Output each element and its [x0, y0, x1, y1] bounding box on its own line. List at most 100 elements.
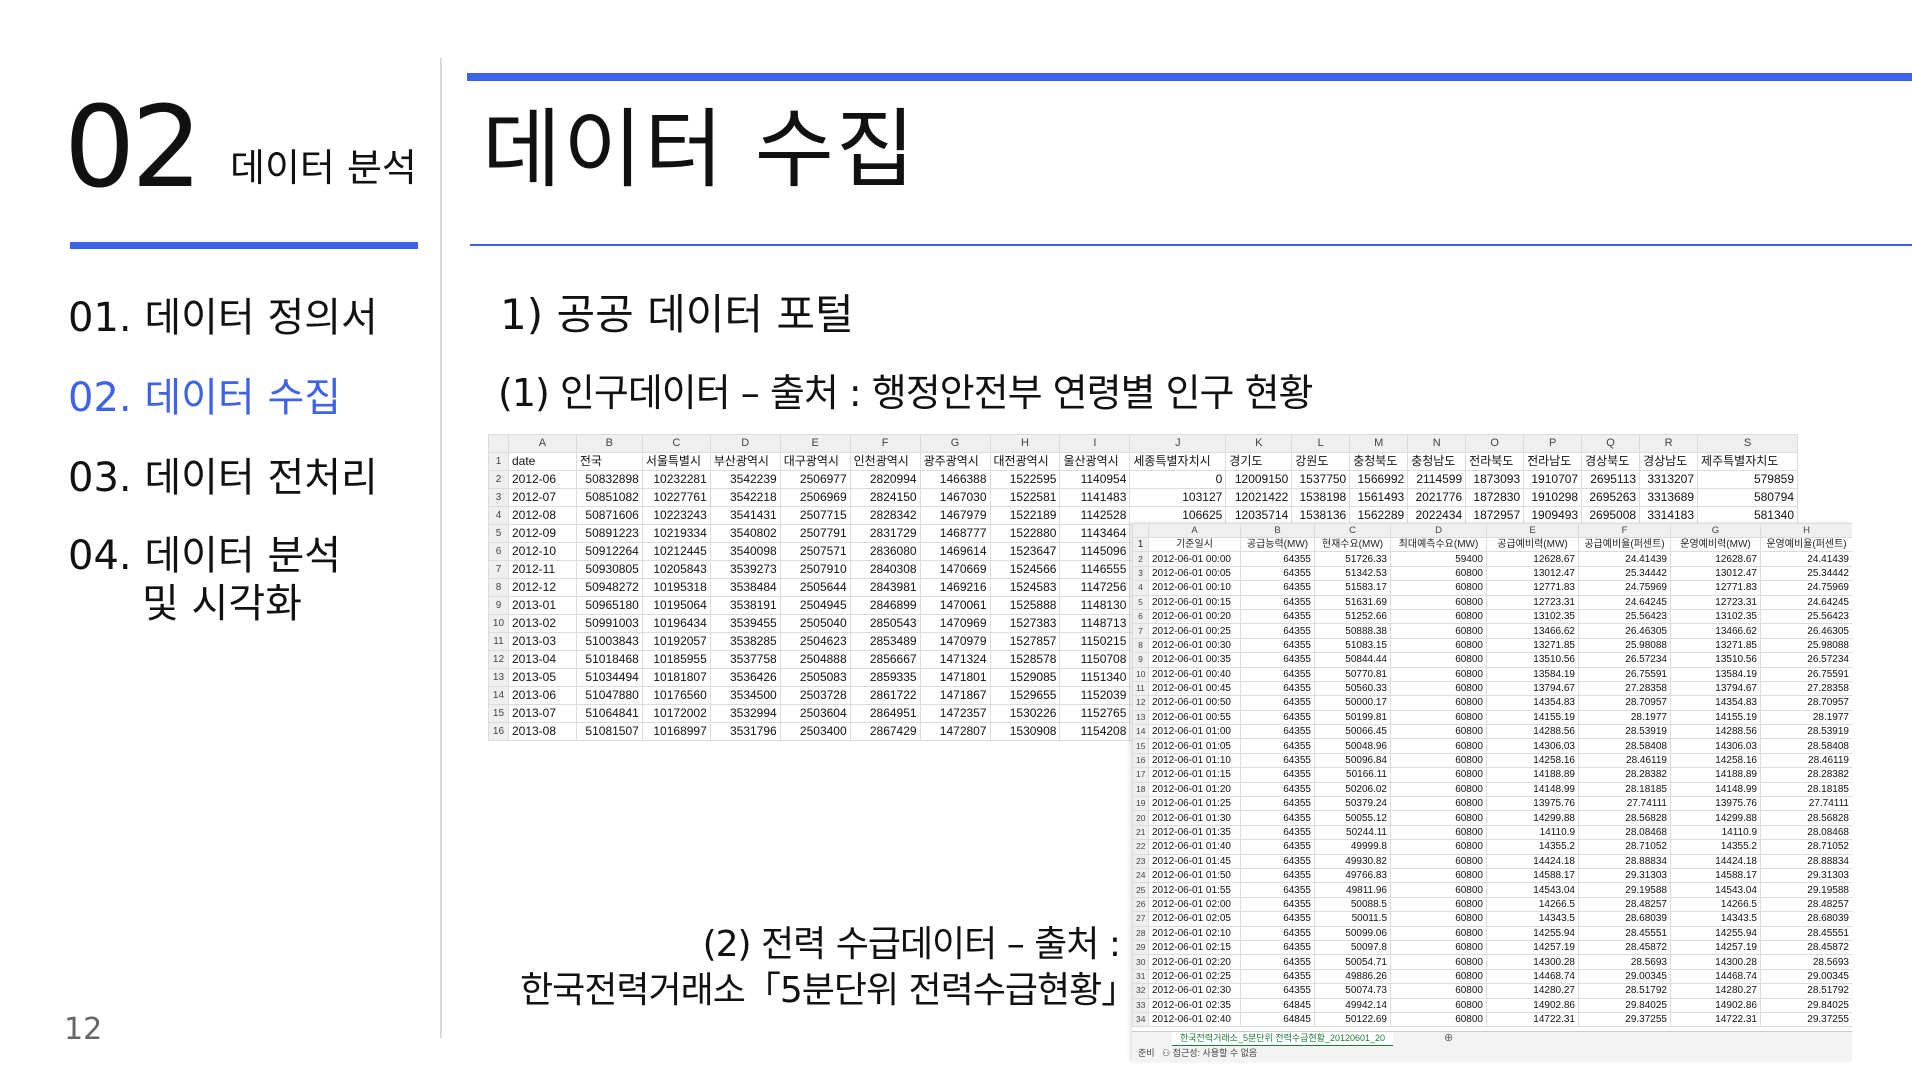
row-number: 13 [488, 668, 509, 687]
table-cell: 64355 [1240, 867, 1315, 884]
page-number: 12 [64, 1012, 103, 1047]
table-cell: 2013-08 [507, 722, 577, 741]
table-row: 2 2012-06-01 00:00 64355 51726.33 59400 12628… [1132, 551, 1852, 567]
table-cell: 28.53919 [1760, 724, 1852, 740]
column-letter: P [1523, 434, 1583, 453]
table-cell: 24.75969 [1760, 580, 1852, 596]
menu-item-collection-active[interactable]: 02. 데이터 수집 [68, 374, 341, 422]
table-cell: 1152039 [1059, 686, 1131, 705]
table-cell: 14722.31 [1486, 1011, 1579, 1028]
table-cell: 26.75591 [1578, 666, 1671, 682]
table-cell: 579859 [1697, 470, 1798, 489]
table-cell: 29.19588 [1760, 882, 1852, 898]
table-cell: 2012-06-01 01:10 [1148, 752, 1241, 769]
row-number: 10 [488, 614, 509, 633]
table-cell: 1466388 [919, 470, 991, 489]
header-row: 1 기준일시 공급능력(MW) 현재수요(MW) 최대예측수요(MW) 공급예비력(MW)… [1132, 536, 1852, 553]
table-cell: 14722.31 [1670, 1011, 1761, 1028]
table-cell: 2012-06-01 00:45 [1148, 680, 1241, 697]
table-cell: 28.28382 [1578, 767, 1671, 783]
table-cell: 1530226 [989, 704, 1061, 723]
column-letter: S [1697, 434, 1798, 453]
table-cell: 50099.06 [1314, 925, 1391, 941]
table-row: 13 2012-06-01 00:55 64355 50199.81 60800 1415… [1132, 709, 1852, 726]
table-cell: 64355 [1240, 853, 1315, 869]
table-cell: 1522880 [989, 524, 1061, 543]
table-row: 28 2012-06-01 02:10 64355 50099.06 60800 1425… [1132, 925, 1852, 941]
table-cell: 28.51792 [1578, 983, 1671, 999]
table-cell: 28.56828 [1760, 810, 1852, 826]
table-cell: 14257.19 [1486, 939, 1579, 956]
table-cell: 2843981 [849, 578, 921, 597]
table-cell: 24.41439 [1578, 551, 1671, 567]
table-cell: 28.71052 [1578, 839, 1671, 855]
table-cell: 50912264 [575, 542, 643, 561]
table-cell: 60800 [1390, 954, 1487, 970]
table-cell: 3536426 [709, 668, 781, 687]
table-cell: 581340 [1697, 506, 1798, 525]
table-cell: 64355 [1240, 954, 1315, 970]
table-cell: 1538198 [1291, 488, 1351, 507]
menu-item-preprocessing[interactable]: 03. 데이터 전처리 [68, 454, 378, 502]
table-cell: 10219334 [641, 524, 711, 543]
table-cell: 14543.04 [1670, 882, 1761, 898]
table-row: 24 2012-06-01 01:50 64355 49766.83 60800 1458… [1132, 867, 1852, 884]
table-cell: 50055.12 [1314, 810, 1391, 826]
table-cell: 2012-06-01 00:05 [1148, 565, 1241, 582]
table-cell: 1145096 [1059, 542, 1131, 561]
table-cell: 14280.27 [1486, 983, 1579, 999]
menu-item-definition[interactable]: 01. 데이터 정의서 [68, 294, 378, 342]
table-row: 33 2012-06-01 02:35 64845 49942.14 60800 1490… [1132, 997, 1852, 1013]
table-cell: 2012-06-01 00:25 [1148, 623, 1241, 639]
row-number: 11 [1132, 680, 1149, 697]
table-cell: 2013-04 [507, 650, 577, 669]
header-cell: 기준일시 [1148, 536, 1241, 553]
row-number: 4 [1132, 580, 1149, 596]
table-cell: 50096.84 [1314, 752, 1391, 769]
row-number: 10 [1132, 666, 1149, 682]
table-cell: 2859335 [849, 668, 921, 687]
table-cell: 50088.5 [1314, 896, 1391, 913]
add-sheet-icon[interactable]: ⊕ [1444, 1032, 1453, 1045]
table-cell: 26.57234 [1578, 652, 1671, 668]
table-cell: 50891223 [575, 524, 643, 543]
table-cell: 14902.86 [1486, 997, 1579, 1013]
row-number: 12 [488, 650, 509, 669]
row-number: 2 [488, 470, 509, 489]
table-cell: 60800 [1390, 983, 1487, 999]
table-cell: 3539273 [709, 560, 781, 579]
menu-item-analysis[interactable]: 04. 데이터 분석 및 시각화 [68, 532, 341, 628]
table-row: 20 2012-06-01 01:30 64355 50055.12 60800 1429… [1132, 810, 1852, 826]
header-row: 1 date 전국 서울특별시 부산광역시 대구광역시 인천광역시 광주광역시 대전광역시 울산광… [488, 452, 1798, 471]
table-cell: 2012-06-01 01:40 [1148, 839, 1241, 855]
table-cell: 1152765 [1059, 704, 1131, 723]
power-spreadsheet: A B C D E F G H 1 기준일시 공급능력(MW) 현재수요(MW) 최대예측수요(MW) 공… [1132, 523, 1852, 1061]
status-bar: 준비 ⚇ 접근성: 사용할 수 없음 [1132, 1046, 1852, 1061]
row-number: 18 [1132, 781, 1149, 798]
column-letter: M [1349, 434, 1409, 453]
table-cell: 50011.5 [1314, 911, 1391, 927]
header-cell: 운영예비율(퍼센트) [1760, 536, 1852, 553]
table-cell: 2012-06-01 01:30 [1148, 810, 1241, 826]
row-number: 11 [488, 632, 509, 651]
table-cell: 3539455 [709, 614, 781, 633]
table-cell: 2012-06-01 01:00 [1148, 724, 1241, 740]
status-ready: 준비 [1138, 1048, 1155, 1058]
section-underline [70, 242, 418, 249]
table-cell: 25.98088 [1760, 637, 1852, 654]
header-cell: 충청남도 [1407, 452, 1467, 471]
sheet-tab[interactable]: 한국전력거래소_5분단위 전력수급현황_20120601_20 [1172, 1032, 1394, 1047]
table-cell: 64355 [1240, 767, 1315, 783]
table-cell: 13102.35 [1486, 608, 1579, 625]
table-cell: 2506977 [779, 470, 851, 489]
row-number: 3 [1132, 565, 1149, 582]
table-cell: 14306.03 [1486, 738, 1579, 754]
table-cell: 28.18185 [1760, 781, 1852, 798]
table-cell: 2013-05 [507, 668, 577, 687]
table-cell: 29.00345 [1760, 968, 1852, 985]
table-cell: 60800 [1390, 911, 1487, 927]
table-cell: 50199.81 [1314, 709, 1391, 726]
table-cell: 2867429 [849, 722, 921, 741]
table-cell: 3538191 [709, 596, 781, 615]
table-cell: 103127 [1129, 488, 1227, 507]
